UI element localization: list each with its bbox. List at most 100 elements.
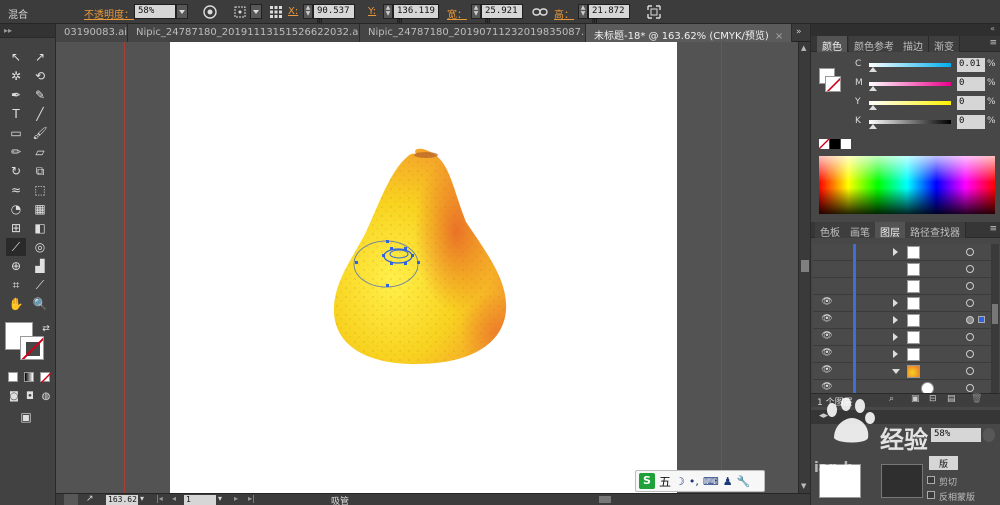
- opacity-label[interactable]: 不透明度：: [84, 6, 134, 21]
- expand-arrow-icon[interactable]: [893, 333, 898, 341]
- transform-grid-icon[interactable]: [268, 4, 284, 20]
- perspective-grid-tool-icon[interactable]: ▦: [30, 200, 50, 218]
- scale-tool-icon[interactable]: ⧉: [30, 162, 50, 180]
- mesh-tool-icon[interactable]: ⊞: [6, 219, 26, 237]
- target-icon[interactable]: [966, 299, 974, 307]
- swap-fill-stroke-icon[interactable]: ⇄: [36, 320, 56, 338]
- open-document-icon[interactable]: ↗: [86, 494, 94, 504]
- make-clipping-mask-icon[interactable]: ▣: [911, 394, 920, 404]
- black-swatch[interactable]: [830, 139, 840, 149]
- height-field[interactable]: 21.872 m: [588, 4, 630, 26]
- skin-icon[interactable]: ♟: [723, 475, 733, 488]
- eye-icon[interactable]: 👁: [821, 348, 833, 360]
- none-swatch[interactable]: [819, 139, 829, 149]
- magenta-knob[interactable]: [869, 86, 877, 91]
- dock-header[interactable]: «: [811, 24, 1000, 36]
- magenta-field[interactable]: 0: [957, 77, 985, 91]
- vertical-scrollbar[interactable]: ▲ ▼: [798, 42, 810, 493]
- locate-object-icon[interactable]: ⌕: [889, 394, 894, 404]
- new-layer-icon[interactable]: ▤: [947, 394, 956, 404]
- layers-scrollbar[interactable]: [991, 244, 999, 394]
- yellow-knob[interactable]: [869, 105, 877, 110]
- collapse-arrow-icon[interactable]: [892, 369, 900, 374]
- expand-arrow-icon[interactable]: [893, 299, 898, 307]
- align-dropdown-button[interactable]: [250, 4, 262, 19]
- column-graph-tool-icon[interactable]: ▟: [30, 257, 50, 275]
- tab-color[interactable]: 颜色: [817, 36, 848, 53]
- free-transform-tool-icon[interactable]: ⬚: [30, 181, 50, 199]
- delete-layer-icon[interactable]: 🗑: [971, 394, 982, 404]
- curvature-tool-icon[interactable]: ✎: [30, 86, 50, 104]
- tab-document-2[interactable]: Nipic_24787180_20191113151526622032.ai*×: [128, 24, 360, 42]
- warp-tool-icon[interactable]: ≈: [6, 181, 26, 199]
- eyedropper-tool-icon[interactable]: ⟋: [6, 238, 26, 256]
- shape-builder-tool-icon[interactable]: ◔: [6, 200, 26, 218]
- settings-icon[interactable]: 🔧: [737, 475, 751, 488]
- tab-document-active[interactable]: 未标题-18* @ 163.62% (CMYK/预览) ×: [586, 24, 792, 42]
- line-tool-icon[interactable]: ╱: [30, 105, 50, 123]
- layer-row[interactable]: [813, 278, 991, 295]
- layer-row-pear-group[interactable]: 👁: [813, 363, 991, 380]
- height-stepper[interactable]: ▲ ▼: [578, 4, 588, 19]
- color-mode-icon[interactable]: [8, 372, 18, 382]
- tab-layers[interactable]: 图层: [875, 222, 906, 239]
- prev-artboard-icon[interactable]: ◂: [172, 494, 176, 503]
- white-swatch[interactable]: [841, 139, 851, 149]
- magic-wand-tool-icon[interactable]: ✲: [6, 67, 26, 85]
- rectangle-tool-icon[interactable]: ▭: [6, 124, 26, 142]
- tab-swatches[interactable]: 色板: [815, 222, 846, 239]
- type-tool-icon[interactable]: T: [6, 105, 26, 123]
- layer-row[interactable]: 👁: [813, 295, 991, 312]
- tabs-overflow-icon[interactable]: »: [796, 27, 802, 37]
- pen-tool-icon[interactable]: ✒: [6, 86, 26, 104]
- y-stepper[interactable]: ▲ ▼: [383, 4, 393, 19]
- layer-row-selected[interactable]: 👁: [813, 312, 991, 329]
- tab-document-1[interactable]: 03190083.ai*×: [56, 24, 128, 42]
- x-field[interactable]: 90.537 m: [313, 4, 355, 26]
- ime-toolbar[interactable]: S 五 ☽ •, ⌨ ♟ 🔧: [635, 470, 765, 492]
- keyboard-icon[interactable]: ⌨: [703, 475, 719, 488]
- tab-brushes[interactable]: 画笔: [845, 222, 876, 239]
- pear-artwork[interactable]: [56, 42, 798, 493]
- eye-icon[interactable]: 👁: [821, 331, 833, 343]
- target-icon[interactable]: [966, 316, 974, 324]
- target-icon[interactable]: [966, 265, 974, 273]
- target-icon[interactable]: [966, 248, 974, 256]
- next-artboard-icon[interactable]: ▸: [234, 494, 238, 503]
- selection-indicator[interactable]: [978, 316, 985, 323]
- cyan-field[interactable]: 0.01: [957, 58, 985, 72]
- zoom-tool-icon[interactable]: 🔍: [30, 295, 50, 313]
- artboard-tool-icon[interactable]: ⌗: [6, 276, 26, 294]
- new-sublayer-icon[interactable]: ⊟: [929, 394, 937, 404]
- page-dropdown-icon[interactable]: ▾: [218, 494, 222, 503]
- eye-icon[interactable]: 👁: [821, 314, 833, 326]
- tab-stroke[interactable]: 描边: [898, 36, 929, 53]
- close-icon[interactable]: ×: [775, 31, 783, 42]
- clip-checkbox[interactable]: [927, 476, 935, 484]
- expand-arrow-icon[interactable]: [893, 350, 898, 358]
- tab-pathfinder[interactable]: 路径查找器: [905, 222, 966, 239]
- x-stepper[interactable]: ▲ ▼: [303, 4, 313, 19]
- expand-arrow-icon[interactable]: [893, 316, 898, 324]
- link-proportions-icon[interactable]: [532, 4, 548, 20]
- target-icon[interactable]: [966, 384, 974, 392]
- opacity-dropdown-button[interactable]: [983, 428, 995, 442]
- horizontal-scroll-thumb[interactable]: [599, 496, 611, 503]
- gradient-mode-icon[interactable]: [24, 372, 34, 382]
- recolor-icon[interactable]: [202, 4, 218, 20]
- zoom-dropdown-icon[interactable]: ▾: [140, 494, 144, 503]
- invert-mask-checkbox[interactable]: [927, 491, 935, 499]
- direct-selection-tool-icon[interactable]: ↗: [30, 48, 50, 66]
- scroll-up-icon[interactable]: ▲: [801, 44, 806, 52]
- y-field[interactable]: 136.119 m: [393, 4, 439, 26]
- magenta-slider[interactable]: M 0 %: [817, 77, 996, 93]
- cyan-slider[interactable]: C 0.01 %: [817, 58, 996, 74]
- draw-inside-icon[interactable]: ◍: [36, 388, 56, 406]
- cyan-knob[interactable]: [869, 67, 877, 72]
- blend-tool-icon[interactable]: ◎: [30, 238, 50, 256]
- ime-logo-icon[interactable]: S: [639, 473, 655, 489]
- target-icon[interactable]: [966, 350, 974, 358]
- black-slider[interactable]: K 0 %: [817, 115, 996, 131]
- black-field[interactable]: 0: [957, 115, 985, 129]
- ime-mode-label[interactable]: 五: [659, 473, 671, 490]
